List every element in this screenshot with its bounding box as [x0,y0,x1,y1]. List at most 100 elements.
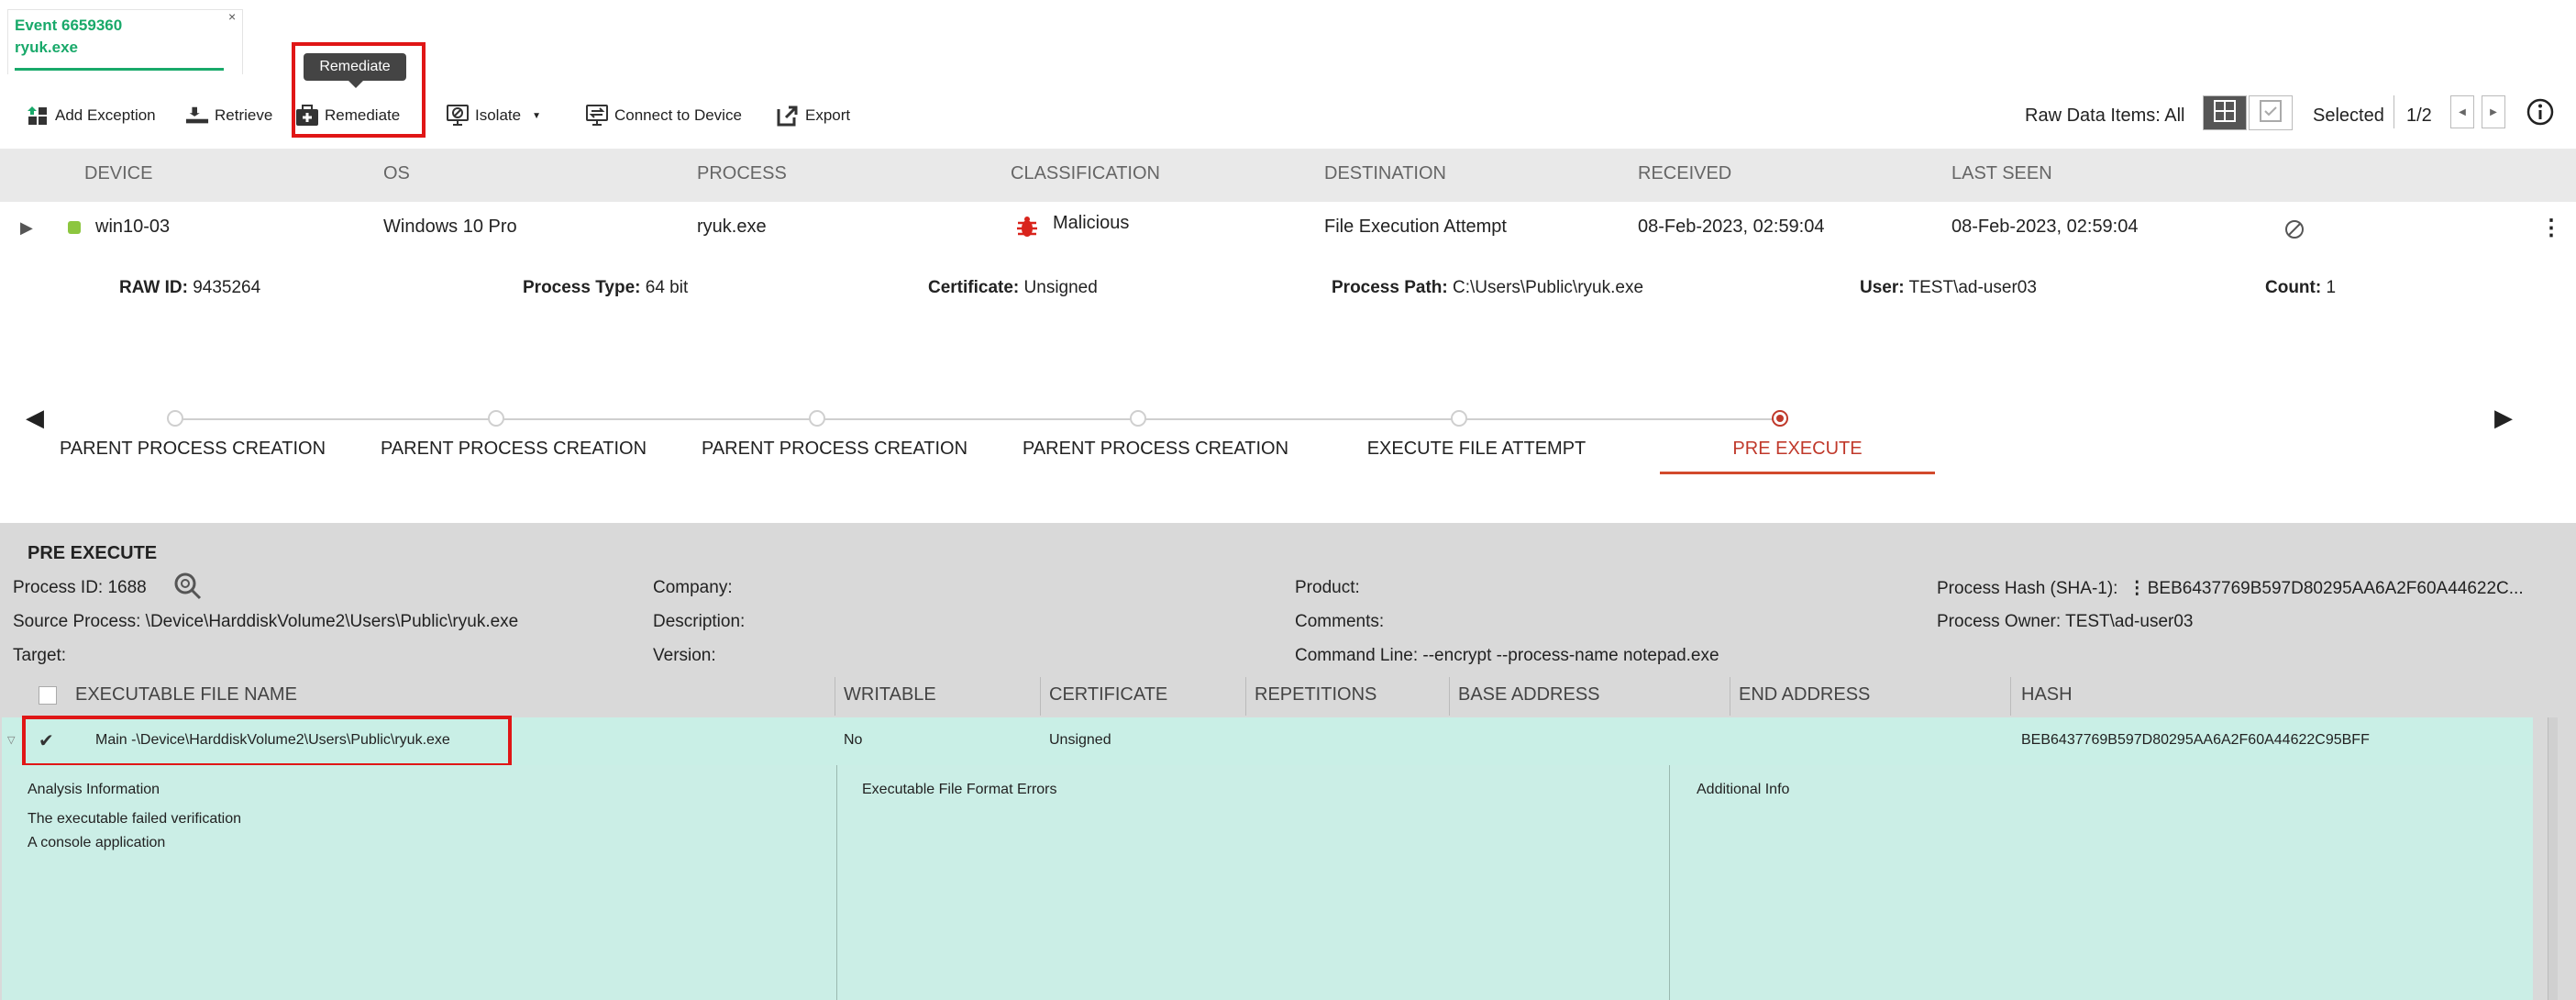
select-all-checkbox[interactable] [39,686,57,705]
next-page-button[interactable]: ▶ [2482,95,2505,128]
col-received[interactable]: RECEIVED [1638,163,1731,184]
chevron-down-icon[interactable]: ▼ [532,111,541,121]
timeline-node-2[interactable] [488,410,504,427]
row-process: ryuk.exe [697,217,767,237]
hash-menu-icon[interactable]: ⋮ [2128,579,2146,598]
raw-data-items-filter[interactable]: Raw Data Items: All [2025,99,2185,132]
version-label: Version: [653,646,716,665]
tab-active-indicator [15,68,224,71]
connect-to-device-button[interactable]: Connect to Device [585,99,742,132]
col-writable[interactable]: WRITABLE [844,684,936,706]
row-last-seen: 08-Feb-2023, 02:59:04 [1951,217,2139,237]
active-node-dot [1776,415,1784,422]
col-certificate[interactable]: CERTIFICATE [1049,684,1167,706]
process-type-value: 64 bit [640,278,689,297]
expand-row-icon[interactable]: ▶ [20,218,33,238]
process-hash-field: Process Hash (SHA-1): ⋮ BEB6437769B597D80… [1937,578,2524,599]
selected-view-button[interactable] [2249,95,2293,130]
timeline-node-5[interactable] [1451,410,1467,427]
col-executable-file-name[interactable]: EXECUTABLE FILE NAME [75,684,297,706]
tab-close-icon[interactable]: × [228,9,236,24]
event-tab-title[interactable]: Event 6659360 ryuk.exe [15,15,122,59]
remediate-button[interactable]: Remediate [295,99,400,132]
product-label: Product: [1295,578,1360,597]
command-line-label: Command Line: [1295,646,1419,665]
certificate-label: Certificate: [928,278,1020,297]
col-destination[interactable]: DESTINATION [1324,163,1446,184]
analysis-panel [2,765,2533,1000]
selected-filter[interactable]: Selected [2313,99,2384,132]
file-name: Main -\Device\HarddiskVolume2\Users\Publ… [95,732,450,748]
prev-page-button[interactable]: ◀ [2450,95,2474,128]
col-hash[interactable]: HASH [2021,684,2073,706]
row-more-menu-icon[interactable]: ⋮ [2540,215,2562,241]
raw-id-label: RAW ID: [119,278,188,297]
isolate-button[interactable]: Isolate ▼ [446,99,541,132]
arrow-left-icon: ◀ [2459,106,2466,117]
user-value: TEST\ad-user03 [1904,278,2037,297]
no-action-icon[interactable] [2283,218,2305,245]
source-process-label: Source Process: [13,612,141,631]
export-button[interactable]: Export [776,99,850,132]
format-errors-title: Executable File Format Errors [862,782,1057,797]
raw-data-label: Raw Data Items: All [2025,105,2185,126]
timeline-next-arrow[interactable]: ▶ [2494,404,2513,432]
timeline-step-6-active[interactable]: PRE EXECUTE [1660,439,1935,460]
info-icon[interactable] [2526,97,2555,131]
file-certificate: Unsigned [1049,732,1111,748]
process-id-value: 1688 [103,578,147,597]
col-repetitions[interactable]: REPETITIONS [1255,684,1376,706]
row-device[interactable]: win10-03 [95,217,170,238]
collapse-row-icon[interactable]: ▽ [7,734,15,746]
process-search-icon[interactable] [172,571,204,606]
timeline-prev-arrow[interactable]: ◀ [26,404,44,432]
col-process[interactable]: PROCESS [697,163,787,184]
retrieve-button[interactable]: Retrieve [185,99,272,132]
count-label: Count: [2265,278,2322,297]
isolate-label: Isolate [475,106,522,124]
export-label: Export [805,106,851,124]
analysis-line-1: The executable failed verification [28,811,242,827]
file-writable: No [844,732,863,748]
retrieve-label: Retrieve [215,106,273,124]
company-label: Company: [653,578,733,597]
timeline-step-2[interactable]: PARENT PROCESS CREATION [376,439,651,460]
target-label: Target: [13,646,67,665]
col-device[interactable]: DEVICE [84,163,152,184]
process-owner-value: TEST\ad-user03 [2061,612,2194,631]
remediate-label: Remediate [325,106,401,124]
description-label: Description: [653,612,746,631]
source-process-field: Source Process: \Device\HarddiskVolume2\… [13,612,518,632]
connect-device-icon [585,104,609,128]
timeline-step-1[interactable]: PARENT PROCESS CREATION [55,439,330,460]
panel-scrollbar[interactable] [2548,717,2558,1000]
col-base-address[interactable]: BASE ADDRESS [1458,684,1600,706]
col-end-address[interactable]: END ADDRESS [1739,684,1870,706]
connect-to-device-label: Connect to Device [614,106,742,124]
retrieve-icon [185,104,209,128]
timeline-node-1[interactable] [167,410,183,427]
tooltip-arrow [348,81,363,88]
pre-execute-title: PRE EXECUTE [28,543,158,563]
grid-view-button[interactable] [2203,95,2247,130]
col-os[interactable]: OS [383,163,410,184]
timeline-step-4[interactable]: PARENT PROCESS CREATION [1018,439,1293,460]
col-last-seen[interactable]: LAST SEEN [1951,163,2052,184]
timeline-step-3[interactable]: PARENT PROCESS CREATION [697,439,972,460]
row-check-icon[interactable]: ✔ [39,729,54,752]
export-icon [776,104,800,128]
panel-divider [1669,765,1670,1000]
timeline-node-3[interactable] [809,410,825,427]
analysis-info-title: Analysis Information [28,782,160,797]
timeline-step-5[interactable]: EXECUTE FILE ATTEMPT [1339,439,1614,460]
process-hash-value: BEB6437769B597D80295AA6A2F60A44622C... [2147,579,2524,598]
timeline-node-4[interactable] [1130,410,1146,427]
add-exception-label: Add Exception [55,106,156,124]
command-line-field: Command Line: --encrypt --process-name n… [1295,646,1719,666]
add-exception-button[interactable]: Add Exception [26,99,156,132]
process-id-label: Process ID: [13,578,104,597]
remediate-tooltip: Remediate [304,53,406,81]
timeline-node-6-active[interactable] [1772,410,1788,427]
col-classification[interactable]: CLASSIFICATION [1011,163,1160,184]
process-type-field: Process Type: 64 bit [523,278,688,298]
